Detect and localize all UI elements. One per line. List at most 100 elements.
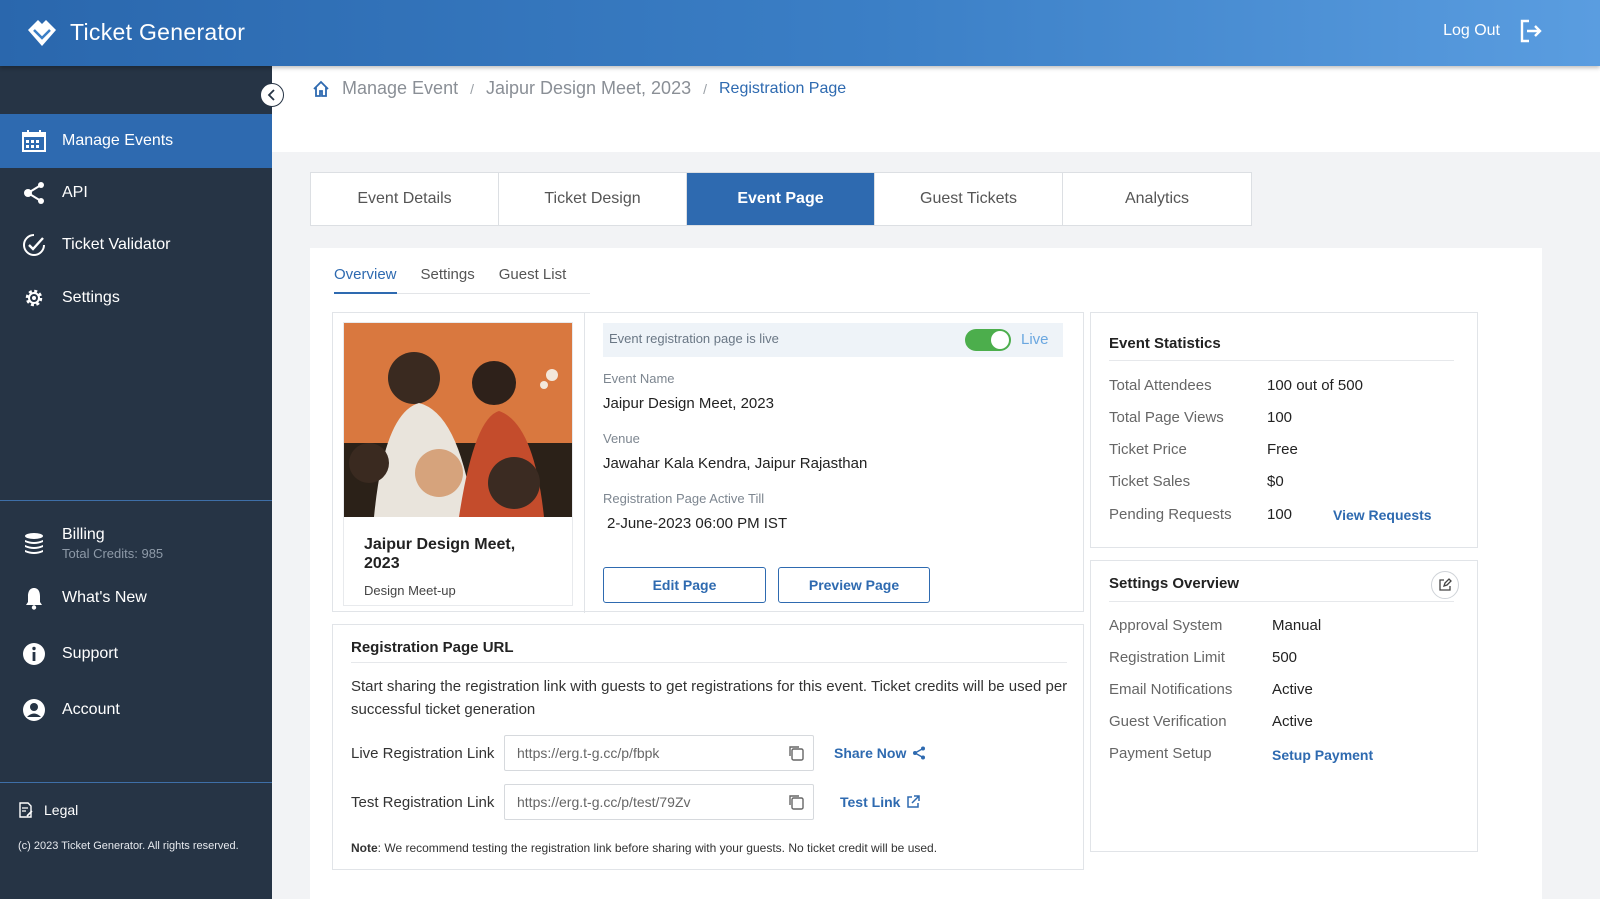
- sidebar-divider: [0, 782, 272, 783]
- event-name-value: Jaipur Design Meet, 2023: [603, 395, 774, 412]
- stat-value: $0: [1267, 473, 1284, 490]
- setting-value: 500: [1272, 649, 1298, 666]
- registration-url-card: Registration Page URL Start sharing the …: [332, 624, 1084, 870]
- breadcrumb-manage-event[interactable]: Manage Event: [342, 78, 458, 99]
- bell-icon: [26, 588, 42, 610]
- test-link-button[interactable]: Test Link: [840, 794, 921, 810]
- legal-link[interactable]: Legal: [18, 802, 78, 818]
- edit-settings-button[interactable]: [1431, 571, 1459, 599]
- sidebar-item-manage-events[interactable]: Manage Events: [0, 114, 272, 168]
- tab-event-details[interactable]: Event Details: [311, 173, 499, 225]
- content-panel: Overview Settings Guest List Jaipur Desi…: [310, 248, 1542, 899]
- breadcrumb-current: Registration Page: [718, 79, 847, 97]
- tab-analytics[interactable]: Analytics: [1063, 173, 1251, 225]
- share-now-button[interactable]: Share Now: [834, 745, 926, 761]
- registration-note: Note: We recommend testing the registrat…: [351, 841, 937, 855]
- setting-label: Approval System: [1109, 617, 1223, 634]
- test-link-label-text: Test Link: [840, 794, 901, 810]
- card-divider: [584, 313, 585, 613]
- main-area: Manage Event / Jaipur Design Meet, 2023 …: [272, 66, 1600, 899]
- edit-icon: [1439, 578, 1452, 591]
- event-thumbnail-category: Design Meet-up: [364, 583, 456, 598]
- gear-icon: [25, 289, 43, 307]
- stat-label: Total Page Views: [1109, 409, 1224, 426]
- tab-event-page[interactable]: Event Page: [687, 173, 875, 225]
- sidebar-item-settings[interactable]: Settings: [0, 271, 272, 325]
- sidebar-item-billing[interactable]: Billing Total Credits: 985: [0, 516, 272, 570]
- document-edit-icon: [19, 802, 33, 818]
- stat-label: Ticket Price: [1109, 441, 1187, 458]
- sidebar-item-label: Support: [62, 645, 119, 662]
- sidebar-item-label: What's New: [62, 589, 147, 606]
- stat-value: 100: [1267, 409, 1293, 426]
- home-icon[interactable]: [312, 80, 330, 98]
- toggle-knob: [991, 331, 1009, 349]
- sidebar: Manage Events API Ticket Validator Setti…: [0, 66, 272, 899]
- stat-value: Free: [1267, 441, 1298, 458]
- tab-ticket-design[interactable]: Ticket Design: [499, 173, 687, 225]
- sidebar-item-account[interactable]: Account: [0, 683, 272, 737]
- active-till-label: Registration Page Active Till: [603, 491, 765, 506]
- coins-icon: [25, 533, 43, 554]
- setup-payment-link[interactable]: Setup Payment: [1272, 747, 1373, 763]
- subtab-guest-list[interactable]: Guest List: [499, 260, 567, 294]
- sidebar-item-support[interactable]: Support: [0, 627, 272, 681]
- test-link-field[interactable]: https://erg.t-g.cc/p/test/79Zv: [504, 784, 814, 820]
- chevron-left-icon: [267, 89, 275, 101]
- section-rule: [1109, 601, 1454, 602]
- user-icon: [23, 699, 45, 721]
- sidebar-item-whats-new[interactable]: What's New: [0, 571, 272, 625]
- share-nodes-icon: [24, 182, 44, 204]
- brand-name: Ticket Generator: [70, 18, 246, 45]
- breadcrumb-separator: /: [703, 80, 707, 97]
- breadcrumb-separator: /: [470, 80, 474, 97]
- check-badge-icon: [23, 234, 45, 256]
- registration-description: Start sharing the registration link with…: [351, 678, 1068, 718]
- sidebar-item-ticket-validator[interactable]: Ticket Validator: [0, 218, 272, 272]
- brand[interactable]: Ticket Generator: [24, 16, 245, 48]
- top-header: Ticket Generator Log Out: [0, 0, 1600, 66]
- setting-value: Active: [1272, 681, 1313, 698]
- subtab-overview[interactable]: Overview: [334, 260, 397, 294]
- logout-button[interactable]: Log Out: [1443, 18, 1544, 44]
- sidebar-item-api[interactable]: API: [0, 166, 272, 220]
- breadcrumb: Manage Event / Jaipur Design Meet, 2023 …: [312, 78, 846, 99]
- setting-label: Payment Setup: [1109, 745, 1212, 762]
- registration-url-title: Registration Page URL: [351, 639, 514, 656]
- live-link-url: https://erg.t-g.cc/p/fbpk: [517, 745, 660, 761]
- tab-guest-tickets[interactable]: Guest Tickets: [875, 173, 1063, 225]
- live-link-field[interactable]: https://erg.t-g.cc/p/fbpk: [504, 735, 814, 771]
- sidebar-item-label: API: [62, 184, 88, 201]
- settings-overview-card: Settings Overview Approval System Manual…: [1090, 560, 1478, 852]
- event-photo: [344, 323, 572, 517]
- test-link-row: Test Registration Link https://erg.t-g.c…: [351, 784, 921, 820]
- sidebar-collapse-button[interactable]: [260, 83, 284, 107]
- setting-label: Email Notifications: [1109, 681, 1233, 698]
- event-thumbnail-card: Jaipur Design Meet, 2023 Design Meet-up: [343, 322, 573, 606]
- live-toggle[interactable]: [965, 329, 1011, 351]
- sidebar-divider: [0, 500, 272, 501]
- copy-icon[interactable]: [787, 793, 805, 811]
- billing-credits: Total Credits: 985: [62, 545, 164, 561]
- sub-tabs: Overview Settings Guest List: [334, 260, 590, 294]
- share-now-label: Share Now: [834, 745, 907, 761]
- section-rule: [1109, 360, 1454, 361]
- breadcrumb-event[interactable]: Jaipur Design Meet, 2023: [486, 78, 691, 99]
- stat-value: 100: [1267, 506, 1293, 523]
- legal-label: Legal: [44, 802, 79, 818]
- setting-label: Guest Verification: [1109, 713, 1227, 730]
- venue-value: Jawahar Kala Kendra, Jaipur Rajasthan: [603, 455, 868, 472]
- live-message: Event registration page is live: [609, 331, 779, 346]
- event-card: Jaipur Design Meet, 2023 Design Meet-up …: [332, 312, 1084, 613]
- stat-label: Ticket Sales: [1109, 473, 1191, 490]
- edit-page-button[interactable]: Edit Page: [603, 567, 766, 603]
- copy-icon[interactable]: [787, 744, 805, 762]
- live-status-bar: Event registration page is live Live: [603, 323, 1063, 357]
- preview-page-button[interactable]: Preview Page: [778, 567, 930, 603]
- stat-label: Pending Requests: [1109, 506, 1232, 523]
- view-requests-link[interactable]: View Requests: [1333, 507, 1432, 523]
- active-till-value: 2-June-2023 06:00 PM IST: [607, 515, 788, 532]
- setting-label: Registration Limit: [1109, 649, 1225, 666]
- subtab-settings[interactable]: Settings: [421, 260, 475, 294]
- sidebar-item-label: Account: [62, 701, 120, 718]
